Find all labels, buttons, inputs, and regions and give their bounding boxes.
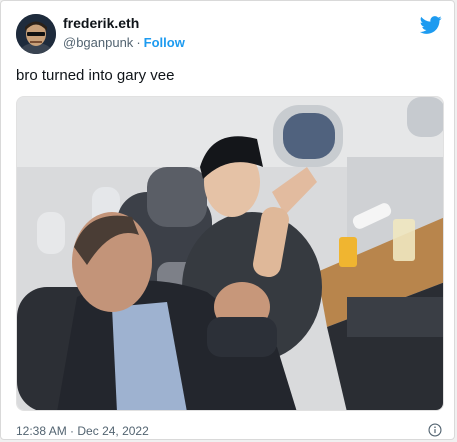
- author-handle-row: @bganpunk · Follow: [63, 35, 185, 50]
- follow-button[interactable]: Follow: [144, 35, 185, 50]
- tweet-text: bro turned into gary vee: [16, 67, 175, 84]
- twitter-bird-icon[interactable]: [420, 14, 442, 36]
- separator-dot: ·: [136, 35, 141, 50]
- tweet-timestamp[interactable]: 12:38 AM · Dec 24, 2022: [16, 424, 149, 438]
- airplane-cabin-photo: [17, 97, 443, 410]
- avatar[interactable]: [16, 14, 56, 54]
- tweet-time: 12:38 AM: [16, 424, 67, 438]
- avatar-image: [16, 14, 56, 54]
- author-handle[interactable]: @bganpunk: [63, 35, 133, 50]
- author-display-name[interactable]: frederik.eth: [63, 15, 139, 31]
- separator-dot: ·: [70, 424, 75, 438]
- tweet-card: frederik.eth @bganpunk · Follow bro turned…: [0, 0, 455, 440]
- tweet-photo[interactable]: [16, 96, 444, 411]
- tweet-date: Dec 24, 2022: [77, 424, 149, 438]
- info-icon[interactable]: [428, 423, 442, 437]
